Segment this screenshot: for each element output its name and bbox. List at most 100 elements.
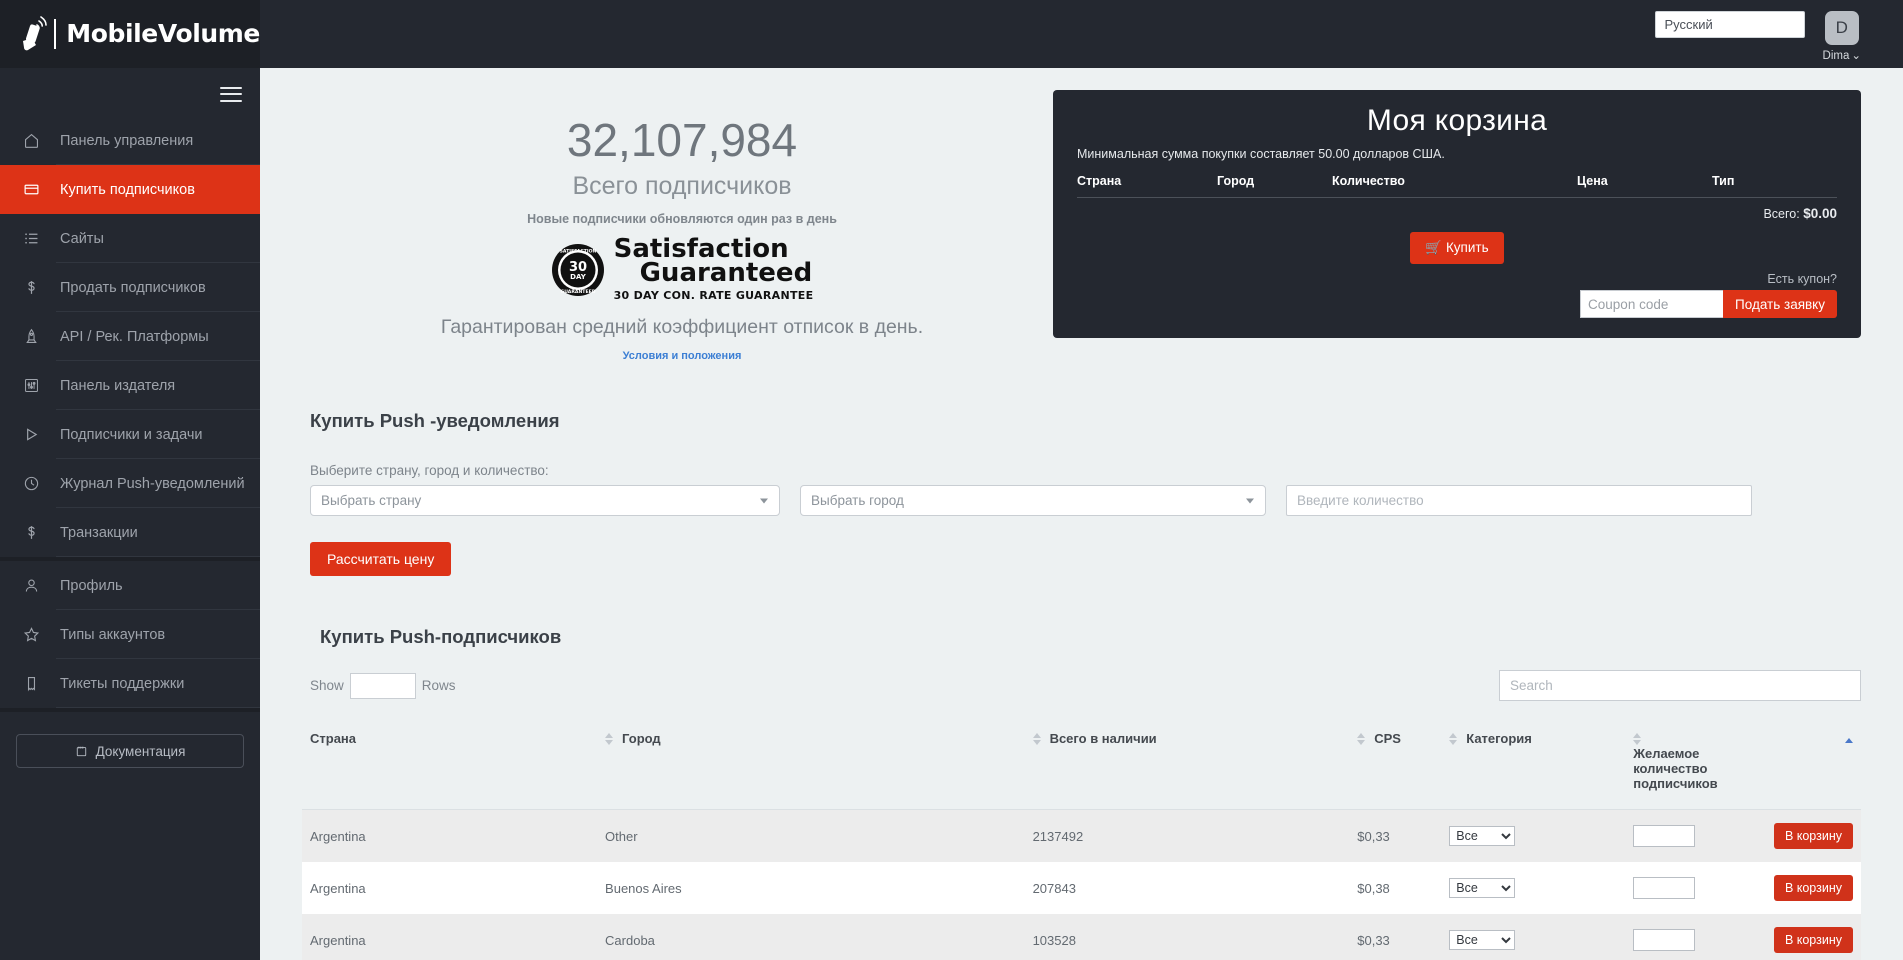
sidebar-item-sell-subscribers[interactable]: Продать подписчиков <box>0 263 260 312</box>
username-dropdown[interactable]: Dima ⌄ <box>1823 48 1861 62</box>
buy-button-label: Купить <box>1445 240 1489 255</box>
sidebar-item-api-platforms[interactable]: API / Рек. Платформы <box>0 312 260 361</box>
svg-text:GUARANTEED: GUARANTEED <box>560 289 595 295</box>
sidebar-item-label: Тикеты поддержки <box>60 675 185 692</box>
add-to-cart-button[interactable]: В корзину <box>1773 823 1853 850</box>
user-menu[interactable]: D Dima ⌄ <box>1823 11 1861 62</box>
cell-desired-quantity <box>1633 809 1732 863</box>
sidebar-group-main: Панель управления Купить подписчиков Сай… <box>0 120 260 561</box>
column-header-sort-indicator[interactable] <box>1731 721 1861 811</box>
sidebar-item-profile[interactable]: Профиль <box>0 561 260 610</box>
add-to-cart-button[interactable]: В корзину <box>1773 875 1853 902</box>
total-subscribers-count: 32,107,984 <box>566 114 798 166</box>
avatar[interactable]: D <box>1824 11 1859 45</box>
category-select[interactable]: Все <box>1449 930 1516 951</box>
category-select[interactable]: Все <box>1449 826 1516 847</box>
play-icon <box>18 425 44 445</box>
brand-divider <box>54 18 57 49</box>
sort-ascending-icon[interactable] <box>1845 738 1853 744</box>
sidebar-toggle[interactable] <box>0 68 260 120</box>
cart-header-row: Страна Город Количество Цена Тип <box>1077 174 1837 198</box>
sort-icon[interactable] <box>1633 732 1642 745</box>
sidebar-item-sites[interactable]: Сайты <box>0 214 260 263</box>
column-header-category[interactable]: Категория <box>1449 721 1634 811</box>
language-selector[interactable]: Русский <box>1654 11 1805 38</box>
city-select[interactable]: Выбрать город <box>800 485 1266 517</box>
coupon-apply-button[interactable]: Подать заявку <box>1723 290 1837 318</box>
cell-add-to-cart: В корзину <box>1731 862 1861 915</box>
chevron-down-icon <box>760 498 768 504</box>
rocket-icon <box>18 327 44 347</box>
search-input[interactable] <box>1499 670 1861 702</box>
seal-line-2: Guaranteed <box>639 258 813 289</box>
add-to-cart-button[interactable]: В корзину <box>1773 927 1853 954</box>
sort-icon[interactable] <box>605 732 614 745</box>
terms-link[interactable]: Условия и положения <box>362 350 1002 362</box>
desired-quantity-input[interactable] <box>1633 929 1696 952</box>
clock-icon <box>18 474 44 494</box>
subscribers-table: Страна Город Всего в наличии CPS Категор <box>302 721 1861 960</box>
cart-minimum-note: Минимальная сумма покупки составляет 50.… <box>1077 147 1445 161</box>
sidebar-item-publisher-panel[interactable]: Панель издателя <box>0 361 260 410</box>
shopping-cart-icon: 🛒 <box>1425 240 1443 255</box>
table-row: Argentina Buenos Aires 207843 $0,38 Все <box>302 862 1861 915</box>
desired-quantity-input[interactable] <box>1633 877 1696 900</box>
dollar-icon <box>18 278 44 298</box>
column-header-desired-quantity[interactable]: Желаемое количество подписчиков <box>1633 721 1732 811</box>
sidebar-item-label: Подписчики и задачи <box>60 426 203 443</box>
cart-col-country: Страна <box>1077 174 1217 198</box>
show-rows-input[interactable] <box>349 672 416 699</box>
cell-add-to-cart: В корзину <box>1731 809 1861 863</box>
sidebar-item-support-tickets[interactable]: Тикеты поддержки <box>0 659 260 708</box>
buy-form-row: Выбрать страну Выбрать город <box>302 485 1861 517</box>
username-label: Dima <box>1822 50 1850 62</box>
sort-icon[interactable] <box>1032 732 1041 745</box>
ticket-icon <box>18 674 44 694</box>
sidebar-item-buy-subscribers[interactable]: Купить подписчиков <box>0 165 260 214</box>
sidebar-item-transactions[interactable]: Транзакции <box>0 508 260 557</box>
column-header-city[interactable]: Город <box>605 721 1033 811</box>
sidebar-item-dashboard[interactable]: Панель управления <box>0 120 260 165</box>
sliders-icon <box>18 376 44 396</box>
cell-cps: $0,33 <box>1357 914 1450 960</box>
star-icon <box>18 625 44 645</box>
documentation-button[interactable]: Документация <box>16 734 244 768</box>
cell-cps: $0,33 <box>1357 809 1450 863</box>
category-select[interactable]: Все <box>1449 878 1516 899</box>
cell-desired-quantity <box>1633 914 1732 960</box>
user-icon <box>18 576 44 596</box>
quantity-input[interactable] <box>1286 485 1752 517</box>
stats-panel: 32,107,984 Всего подписчиков Новые подпи… <box>302 90 1002 362</box>
column-header-country[interactable]: Страна <box>302 721 606 811</box>
sidebar-item-subscribers-tasks[interactable]: Подписчики и задачи <box>0 410 260 459</box>
svg-text:DAY: DAY <box>570 273 587 281</box>
coupon-input[interactable] <box>1580 290 1724 318</box>
sidebar-item-label: Типы аккаунтов <box>60 626 166 643</box>
buy-button[interactable]: 🛒 Купить <box>1410 232 1504 264</box>
list-icon <box>18 229 44 249</box>
column-label: Категория <box>1466 731 1532 747</box>
hamburger-menu-icon[interactable] <box>220 86 242 102</box>
column-label: Всего в наличии <box>1049 731 1157 747</box>
guarantee-description: Гарантирован средний коэффициент отписок… <box>440 316 924 339</box>
column-label: Город <box>622 731 661 747</box>
brand-header[interactable]: MobileVolume <box>0 0 260 68</box>
country-select[interactable]: Выбрать страну <box>310 485 780 517</box>
satisfaction-guaranteed-seal-icon: 30 DAY SATISFACTION GUARANTEED <box>551 243 605 297</box>
desired-quantity-input[interactable] <box>1633 825 1696 848</box>
column-header-available[interactable]: Всего в наличии <box>1032 721 1358 811</box>
sort-icon[interactable] <box>1449 732 1458 745</box>
cart-col-type: Тип <box>1712 174 1837 198</box>
column-header-cps[interactable]: CPS <box>1357 721 1450 811</box>
calculate-price-button[interactable]: Рассчитать цену <box>310 542 452 577</box>
sidebar-item-label: Купить подписчиков <box>60 181 195 198</box>
sort-icon[interactable] <box>1357 732 1366 745</box>
cart-title: Моя корзина <box>1366 104 1548 137</box>
show-rows-control: Show Rows <box>302 672 456 699</box>
cart-total: Всего: $0.00 <box>1077 206 1837 221</box>
sidebar-item-push-log[interactable]: Журнал Push-уведомлений <box>0 459 260 508</box>
sidebar-item-label: Панель управления <box>60 132 194 149</box>
sidebar-item-account-types[interactable]: Типы аккаунтов <box>0 610 260 659</box>
buy-form-title: Купить Push -уведомления <box>310 410 560 432</box>
cart-col-city: Город <box>1217 174 1332 198</box>
